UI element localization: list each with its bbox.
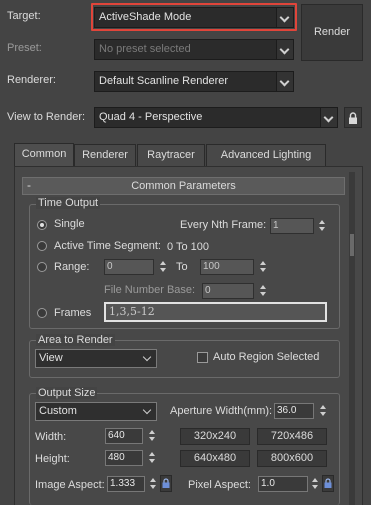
file-number-base-input[interactable]: 0 bbox=[202, 283, 254, 299]
time-output-title: Time Output bbox=[36, 197, 101, 209]
preset-dropdown[interactable]: No preset selected bbox=[94, 39, 294, 60]
tab-common[interactable]: Common bbox=[14, 143, 74, 167]
range-from-input[interactable]: 0 bbox=[104, 259, 154, 275]
renderer-value: Default Scanline Renderer bbox=[99, 75, 229, 87]
height-spinner[interactable] bbox=[147, 450, 156, 466]
pixel-aspect-spinner[interactable] bbox=[310, 476, 319, 492]
area-value: View bbox=[39, 352, 63, 364]
range-radio[interactable] bbox=[37, 262, 47, 272]
tab-renderer[interactable]: Renderer bbox=[74, 144, 136, 166]
range-to-label: To bbox=[176, 261, 188, 273]
aperture-width-input[interactable]: 36.0 bbox=[274, 403, 314, 419]
frames-label: Frames bbox=[54, 307, 92, 319]
renderer-label: Renderer: bbox=[7, 74, 56, 86]
view-to-render-label: View to Render: bbox=[7, 111, 86, 123]
aperture-width-label: Aperture Width(mm): bbox=[170, 405, 273, 417]
lock-icon bbox=[162, 478, 170, 488]
every-nth-label: Every Nth Frame: bbox=[180, 219, 267, 231]
active-segment-radio[interactable] bbox=[37, 241, 47, 251]
scrollbar-thumb[interactable] bbox=[350, 234, 354, 256]
tab-advanced-lighting[interactable]: Advanced Lighting bbox=[206, 144, 326, 166]
area-to-render-title: Area to Render bbox=[36, 334, 115, 346]
auto-region-label: Auto Region Selected bbox=[213, 351, 320, 363]
image-aspect-spinner[interactable] bbox=[148, 476, 157, 492]
every-nth-spinner[interactable] bbox=[317, 218, 326, 234]
pixel-aspect-input[interactable]: 1.0 bbox=[258, 476, 308, 492]
renderer-dropdown[interactable]: Default Scanline Renderer bbox=[94, 71, 294, 92]
output-size-title: Output Size bbox=[36, 387, 98, 399]
preset-800x600-button[interactable]: 800x600 bbox=[257, 450, 327, 467]
preset-640x480-button[interactable]: 640x480 bbox=[180, 450, 250, 467]
highlight-box bbox=[91, 3, 297, 31]
frames-radio[interactable] bbox=[37, 308, 47, 318]
preset-label: Preset: bbox=[7, 42, 42, 54]
render-button[interactable]: Render bbox=[301, 4, 363, 61]
file-number-base-spinner[interactable] bbox=[258, 283, 267, 299]
output-size-value: Custom bbox=[39, 405, 77, 417]
single-radio[interactable] bbox=[37, 220, 47, 230]
width-label: Width: bbox=[35, 431, 67, 443]
chevron-down-icon bbox=[320, 108, 337, 127]
every-nth-input[interactable]: 1 bbox=[270, 218, 314, 234]
chevron-down-icon bbox=[141, 352, 154, 365]
preset-placeholder: No preset selected bbox=[99, 43, 191, 55]
rollout-title: Common Parameters bbox=[131, 180, 236, 192]
range-from-spinner[interactable] bbox=[158, 259, 167, 275]
frames-input[interactable]: 1,3,5-12 bbox=[104, 302, 327, 322]
lock-icon bbox=[324, 478, 332, 488]
preset-720x486-button[interactable]: 720x486 bbox=[257, 428, 327, 445]
single-label: Single bbox=[54, 218, 85, 230]
width-input[interactable]: 640 bbox=[105, 428, 143, 444]
width-spinner[interactable] bbox=[147, 428, 156, 444]
view-dropdown[interactable]: Quad 4 - Perspective bbox=[94, 107, 338, 128]
scrollbar-track[interactable] bbox=[349, 172, 355, 505]
range-label: Range: bbox=[54, 261, 90, 273]
tab-raytracer[interactable]: Raytracer bbox=[137, 144, 205, 166]
chevron-down-icon bbox=[141, 405, 154, 418]
pixel-aspect-label: Pixel Aspect: bbox=[188, 479, 251, 491]
auto-region-checkbox[interactable] bbox=[197, 352, 208, 363]
image-aspect-input[interactable]: 1.333 bbox=[107, 476, 145, 492]
active-segment-range: 0 To 100 bbox=[167, 241, 210, 253]
lock-view-button[interactable] bbox=[344, 107, 362, 128]
file-number-base-label: File Number Base: bbox=[104, 284, 196, 296]
aperture-width-spinner[interactable] bbox=[318, 403, 327, 419]
preset-320x240-button[interactable]: 320x240 bbox=[180, 428, 250, 445]
image-aspect-lock-button[interactable] bbox=[160, 475, 172, 492]
rollout-header[interactable]: - Common Parameters bbox=[22, 177, 345, 195]
area-dropdown[interactable]: View bbox=[35, 349, 157, 368]
image-aspect-label: Image Aspect: bbox=[35, 479, 105, 491]
range-to-spinner[interactable] bbox=[258, 259, 267, 275]
target-label: Target: bbox=[7, 10, 41, 22]
view-value: Quad 4 - Perspective bbox=[99, 111, 203, 123]
chevron-down-icon bbox=[276, 40, 293, 59]
output-size-dropdown[interactable]: Custom bbox=[35, 402, 157, 421]
range-to-input[interactable]: 100 bbox=[200, 259, 254, 275]
height-label: Height: bbox=[35, 453, 70, 465]
chevron-down-icon bbox=[276, 72, 293, 91]
lock-icon bbox=[349, 112, 357, 124]
pixel-aspect-lock-button[interactable] bbox=[322, 475, 334, 492]
height-input[interactable]: 480 bbox=[105, 450, 143, 466]
active-segment-label: Active Time Segment: bbox=[54, 240, 161, 252]
